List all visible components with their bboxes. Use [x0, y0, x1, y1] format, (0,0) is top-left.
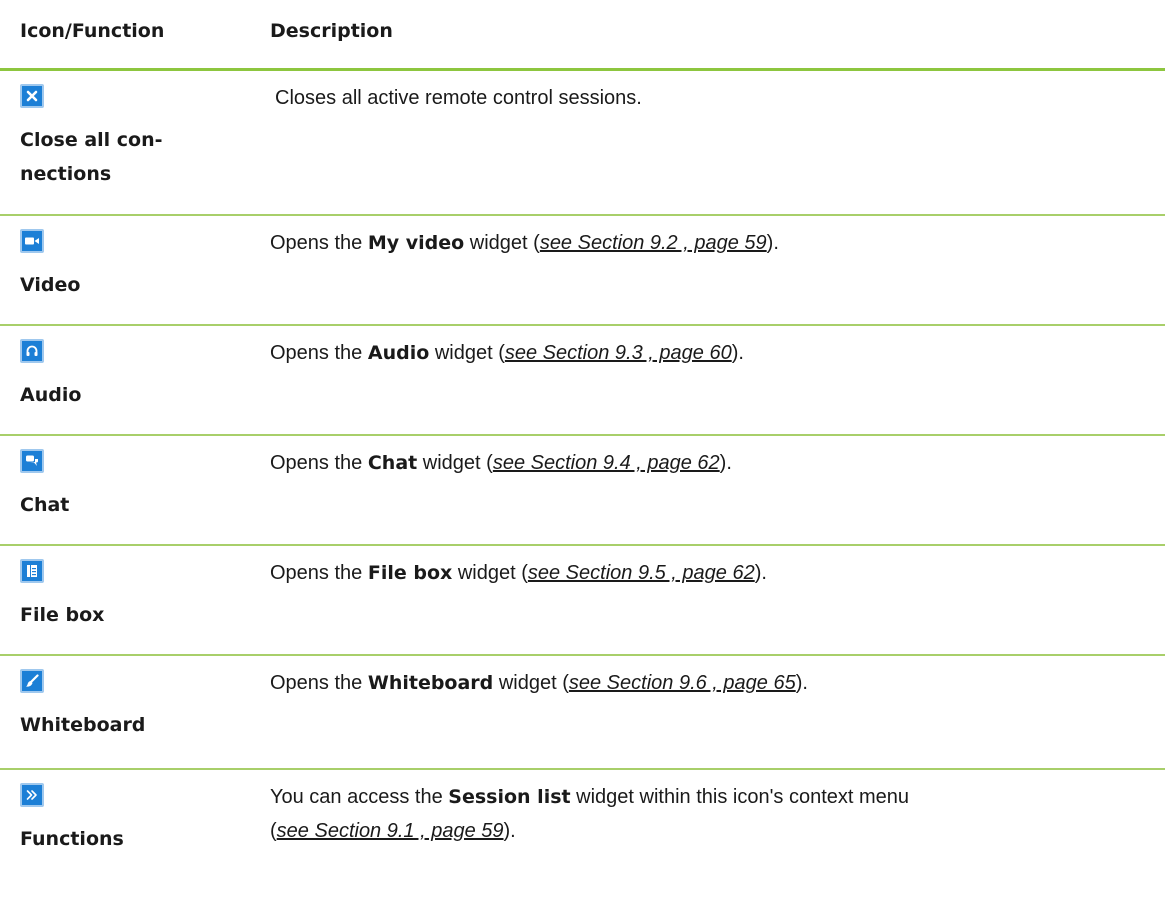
section-reference-link[interactable]: see Section 9.1 , page 59	[277, 820, 504, 842]
table-row: Close all con-nections Closes all active…	[0, 71, 1165, 216]
table-header: Icon/Function Description	[0, 0, 1165, 71]
function-description: Opens the Audio widget (see Section 9.3 …	[270, 342, 744, 364]
function-name: Whiteboard	[20, 714, 146, 736]
table-row: Functions You can access the Session lis…	[0, 770, 1165, 924]
close-icon	[20, 84, 44, 108]
function-description: Opens the My video widget (see Section 9…	[270, 232, 779, 254]
section-reference-link[interactable]: see Section 9.5 , page 62	[528, 562, 755, 584]
table-row: File box Opens the File box widget (see …	[0, 546, 1165, 656]
function-description: Opens the Chat widget (see Section 9.4 ,…	[270, 452, 732, 474]
column-header-description: Description	[270, 20, 393, 42]
video-camera-icon	[20, 229, 44, 253]
function-name: Chat	[20, 494, 70, 516]
section-reference-link[interactable]: see Section 9.3 , page 60	[505, 342, 732, 364]
table-row: Audio Opens the Audio widget (see Sectio…	[0, 326, 1165, 436]
chat-bubbles-icon	[20, 449, 44, 473]
function-name: Audio	[20, 384, 82, 406]
function-name: Close all con-nections	[20, 129, 163, 185]
brush-icon	[20, 669, 44, 693]
section-reference-link[interactable]: see Section 9.2 , page 59	[540, 232, 767, 254]
function-description: Opens the File box widget (see Section 9…	[270, 562, 767, 584]
function-description: Opens the Whiteboard widget (see Section…	[270, 672, 808, 694]
headset-icon	[20, 339, 44, 363]
table-row: Video Opens the My video widget (see Sec…	[0, 216, 1165, 326]
section-reference-link[interactable]: see Section 9.4 , page 62	[493, 452, 720, 474]
column-header-icon-function: Icon/Function	[20, 20, 165, 42]
double-chevron-right-icon	[20, 783, 44, 807]
function-description: You can access the Session list widget w…	[270, 786, 910, 842]
function-description: Closes all active remote control session…	[275, 87, 642, 109]
function-name: Video	[20, 274, 81, 296]
table-row: Whiteboard Opens the Whiteboard widget (…	[0, 656, 1165, 770]
function-name: Functions	[20, 828, 124, 850]
section-reference-link[interactable]: see Section 9.6 , page 65	[569, 672, 796, 694]
function-name: File box	[20, 604, 105, 626]
table-row: Chat Opens the Chat widget (see Section …	[0, 436, 1165, 546]
file-box-icon	[20, 559, 44, 583]
